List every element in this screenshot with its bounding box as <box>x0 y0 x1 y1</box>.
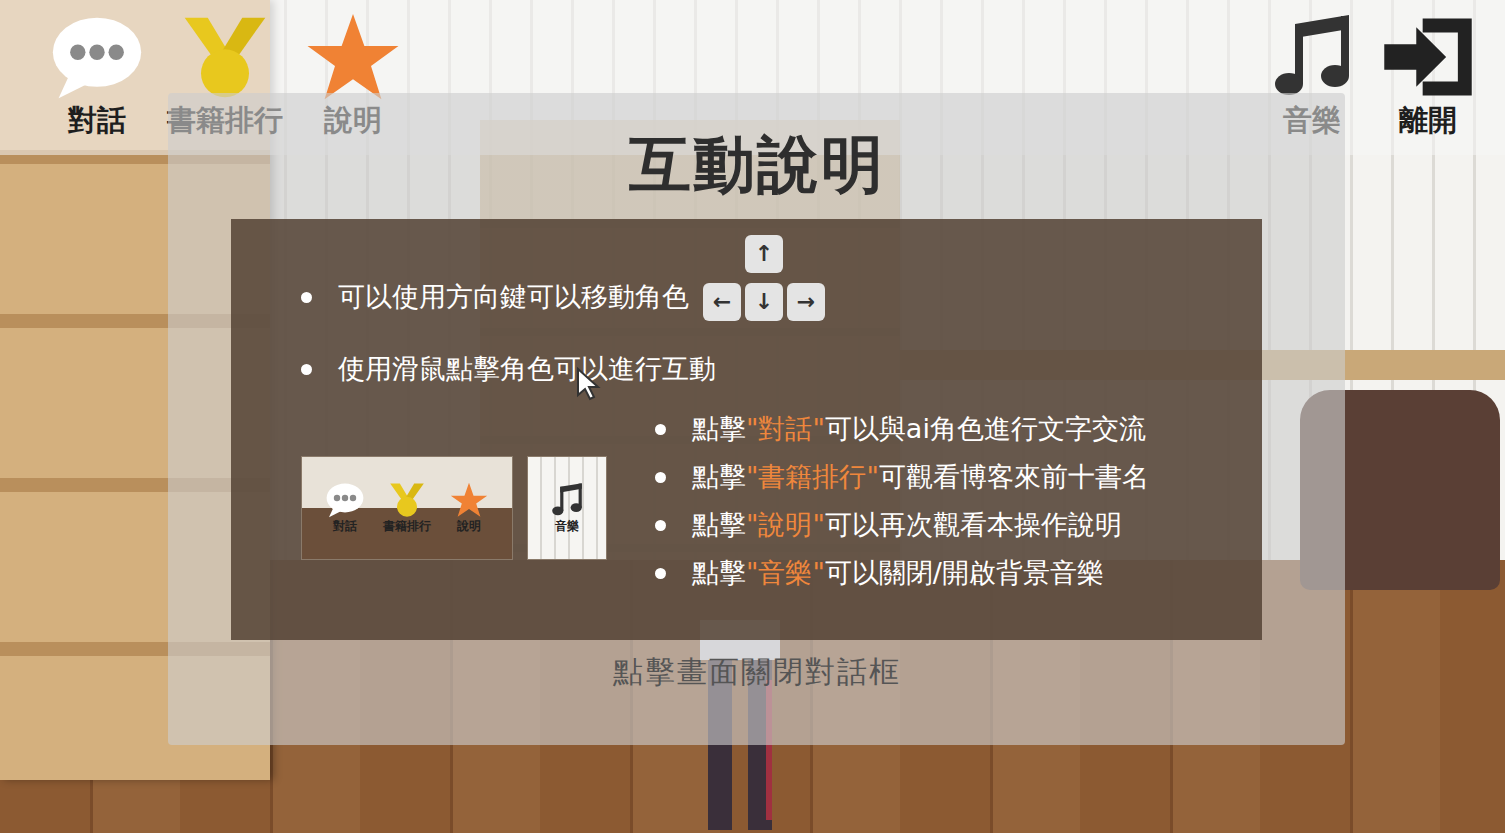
exit-button[interactable]: 離開 <box>1378 0 1478 138</box>
tip-item: 點擊"對話"可以與ai角色進行文字交流 <box>655 405 1149 453</box>
thumbnail-label: 說明 <box>457 518 481 534</box>
up-key: ↑ <box>745 235 783 273</box>
arrow-keys: ↑←↓→ <box>703 235 825 321</box>
music-thumbnail: 音樂 <box>527 456 607 560</box>
star-icon <box>449 482 489 518</box>
close-hint: 點擊畫面關閉對話框 <box>168 652 1345 692</box>
thumbnail-label: 書籍排行 <box>383 518 431 534</box>
bullet-dot <box>655 472 666 483</box>
tip-item: 點擊"書籍排行"可觀看博客來前十書名 <box>655 453 1149 501</box>
bullet-wrap: 使用滑鼠點擊角色可以進行互動 <box>338 349 716 389</box>
left-key: ← <box>703 283 741 321</box>
bullet-dot <box>655 568 666 579</box>
tip-text: 點擊"書籍排行"可觀看博客來前十書名 <box>692 453 1149 501</box>
tip-highlight: "音樂" <box>746 557 825 588</box>
bullet-item: 使用滑鼠點擊角色可以進行互動 <box>301 349 1242 389</box>
bullet-dot <box>301 364 312 375</box>
tip-item: 點擊"音樂"可以關閉/開啟背景音樂 <box>655 549 1149 597</box>
dialog-title: 互動說明 <box>168 128 1345 202</box>
thumbnail-group: 對話 書籍排行 說明 音樂 <box>301 456 607 560</box>
tip-highlight: "書籍排行" <box>746 461 879 492</box>
chat-button[interactable]: 對話 <box>36 0 158 138</box>
tip-prefix: 點擊 <box>692 461 746 492</box>
toolbar-label: 離開 <box>1399 102 1457 138</box>
tip-suffix: 可觀看博客來前十書名 <box>879 461 1149 492</box>
tip-suffix: 可以關閉/開啟背景音樂 <box>825 557 1104 588</box>
instructions-panel: 可以使用方向鍵可以移動角色 ↑←↓→ 使用滑鼠點擊角色可以進行互動對話 書籍排行 說明 音… <box>231 219 1262 640</box>
medal-icon <box>387 482 427 518</box>
bullet-row: 可以使用方向鍵可以移動角色 ↑←↓→ <box>301 235 1242 321</box>
tips-list: 點擊"對話"可以與ai角色進行文字交流點擊"書籍排行"可觀看博客來前十書名點擊"… <box>655 405 1149 597</box>
tip-text: 點擊"對話"可以與ai角色進行文字交流 <box>692 405 1146 453</box>
bullet-dot <box>655 520 666 531</box>
star-icon <box>305 12 401 102</box>
bullet-item: 可以使用方向鍵可以移動角色 <box>301 277 689 317</box>
thumbnail-item: 書籍排行 <box>376 482 438 534</box>
chat-icon <box>49 12 145 102</box>
right-key: → <box>787 283 825 321</box>
exit-door-icon <box>1380 12 1476 102</box>
bullet-text: 可以使用方向鍵可以移動角色 <box>338 277 689 317</box>
bullet-dot <box>301 292 312 303</box>
music-note-icon <box>1264 12 1360 102</box>
help-dialog[interactable]: 互動說明可以使用方向鍵可以移動角色 ↑←↓→ 使用滑鼠點擊角色可以進行互動對話 書籍排… <box>168 93 1345 745</box>
tip-text: 點擊"音樂"可以關閉/開啟背景音樂 <box>692 549 1104 597</box>
bullet-dot <box>655 424 666 435</box>
tip-text: 點擊"說明"可以再次觀看本操作說明 <box>692 501 1122 549</box>
thumbnail-item: 對話 <box>314 482 376 534</box>
chat-icon <box>325 482 365 518</box>
thumbnail-label: 音樂 <box>555 518 579 534</box>
tip-highlight: "對話" <box>746 413 825 444</box>
mouse-cursor-icon <box>576 367 602 401</box>
tip-prefix: 點擊 <box>692 557 746 588</box>
medal-icon <box>177 12 273 102</box>
tips-row: 對話書籍排行說明音樂點擊"對話"可以與ai角色進行文字交流點擊"書籍排行"可觀看… <box>301 405 1242 597</box>
game-stage: 對話書籍排行說明音樂離開互動說明可以使用方向鍵可以移動角色↑←↓→使用滑鼠點擊角… <box>0 0 1505 833</box>
tip-suffix: 可以再次觀看本操作說明 <box>825 509 1122 540</box>
down-key: ↓ <box>745 283 783 321</box>
toolbar-thumbnail: 對話 書籍排行 說明 <box>301 456 513 560</box>
thumbnail-item: 說明 <box>438 482 500 534</box>
music-note-icon <box>544 482 590 518</box>
tip-prefix: 點擊 <box>692 413 746 444</box>
thumbnail-label: 對話 <box>333 518 357 534</box>
toolbar-label: 對話 <box>68 102 126 138</box>
tip-suffix: 可以與ai角色進行文字交流 <box>825 413 1146 444</box>
tip-prefix: 點擊 <box>692 509 746 540</box>
tip-item: 點擊"說明"可以再次觀看本操作說明 <box>655 501 1149 549</box>
tip-highlight: "說明" <box>746 509 825 540</box>
bullet-text: 使用滑鼠點擊角色可以進行互動 <box>338 353 716 384</box>
